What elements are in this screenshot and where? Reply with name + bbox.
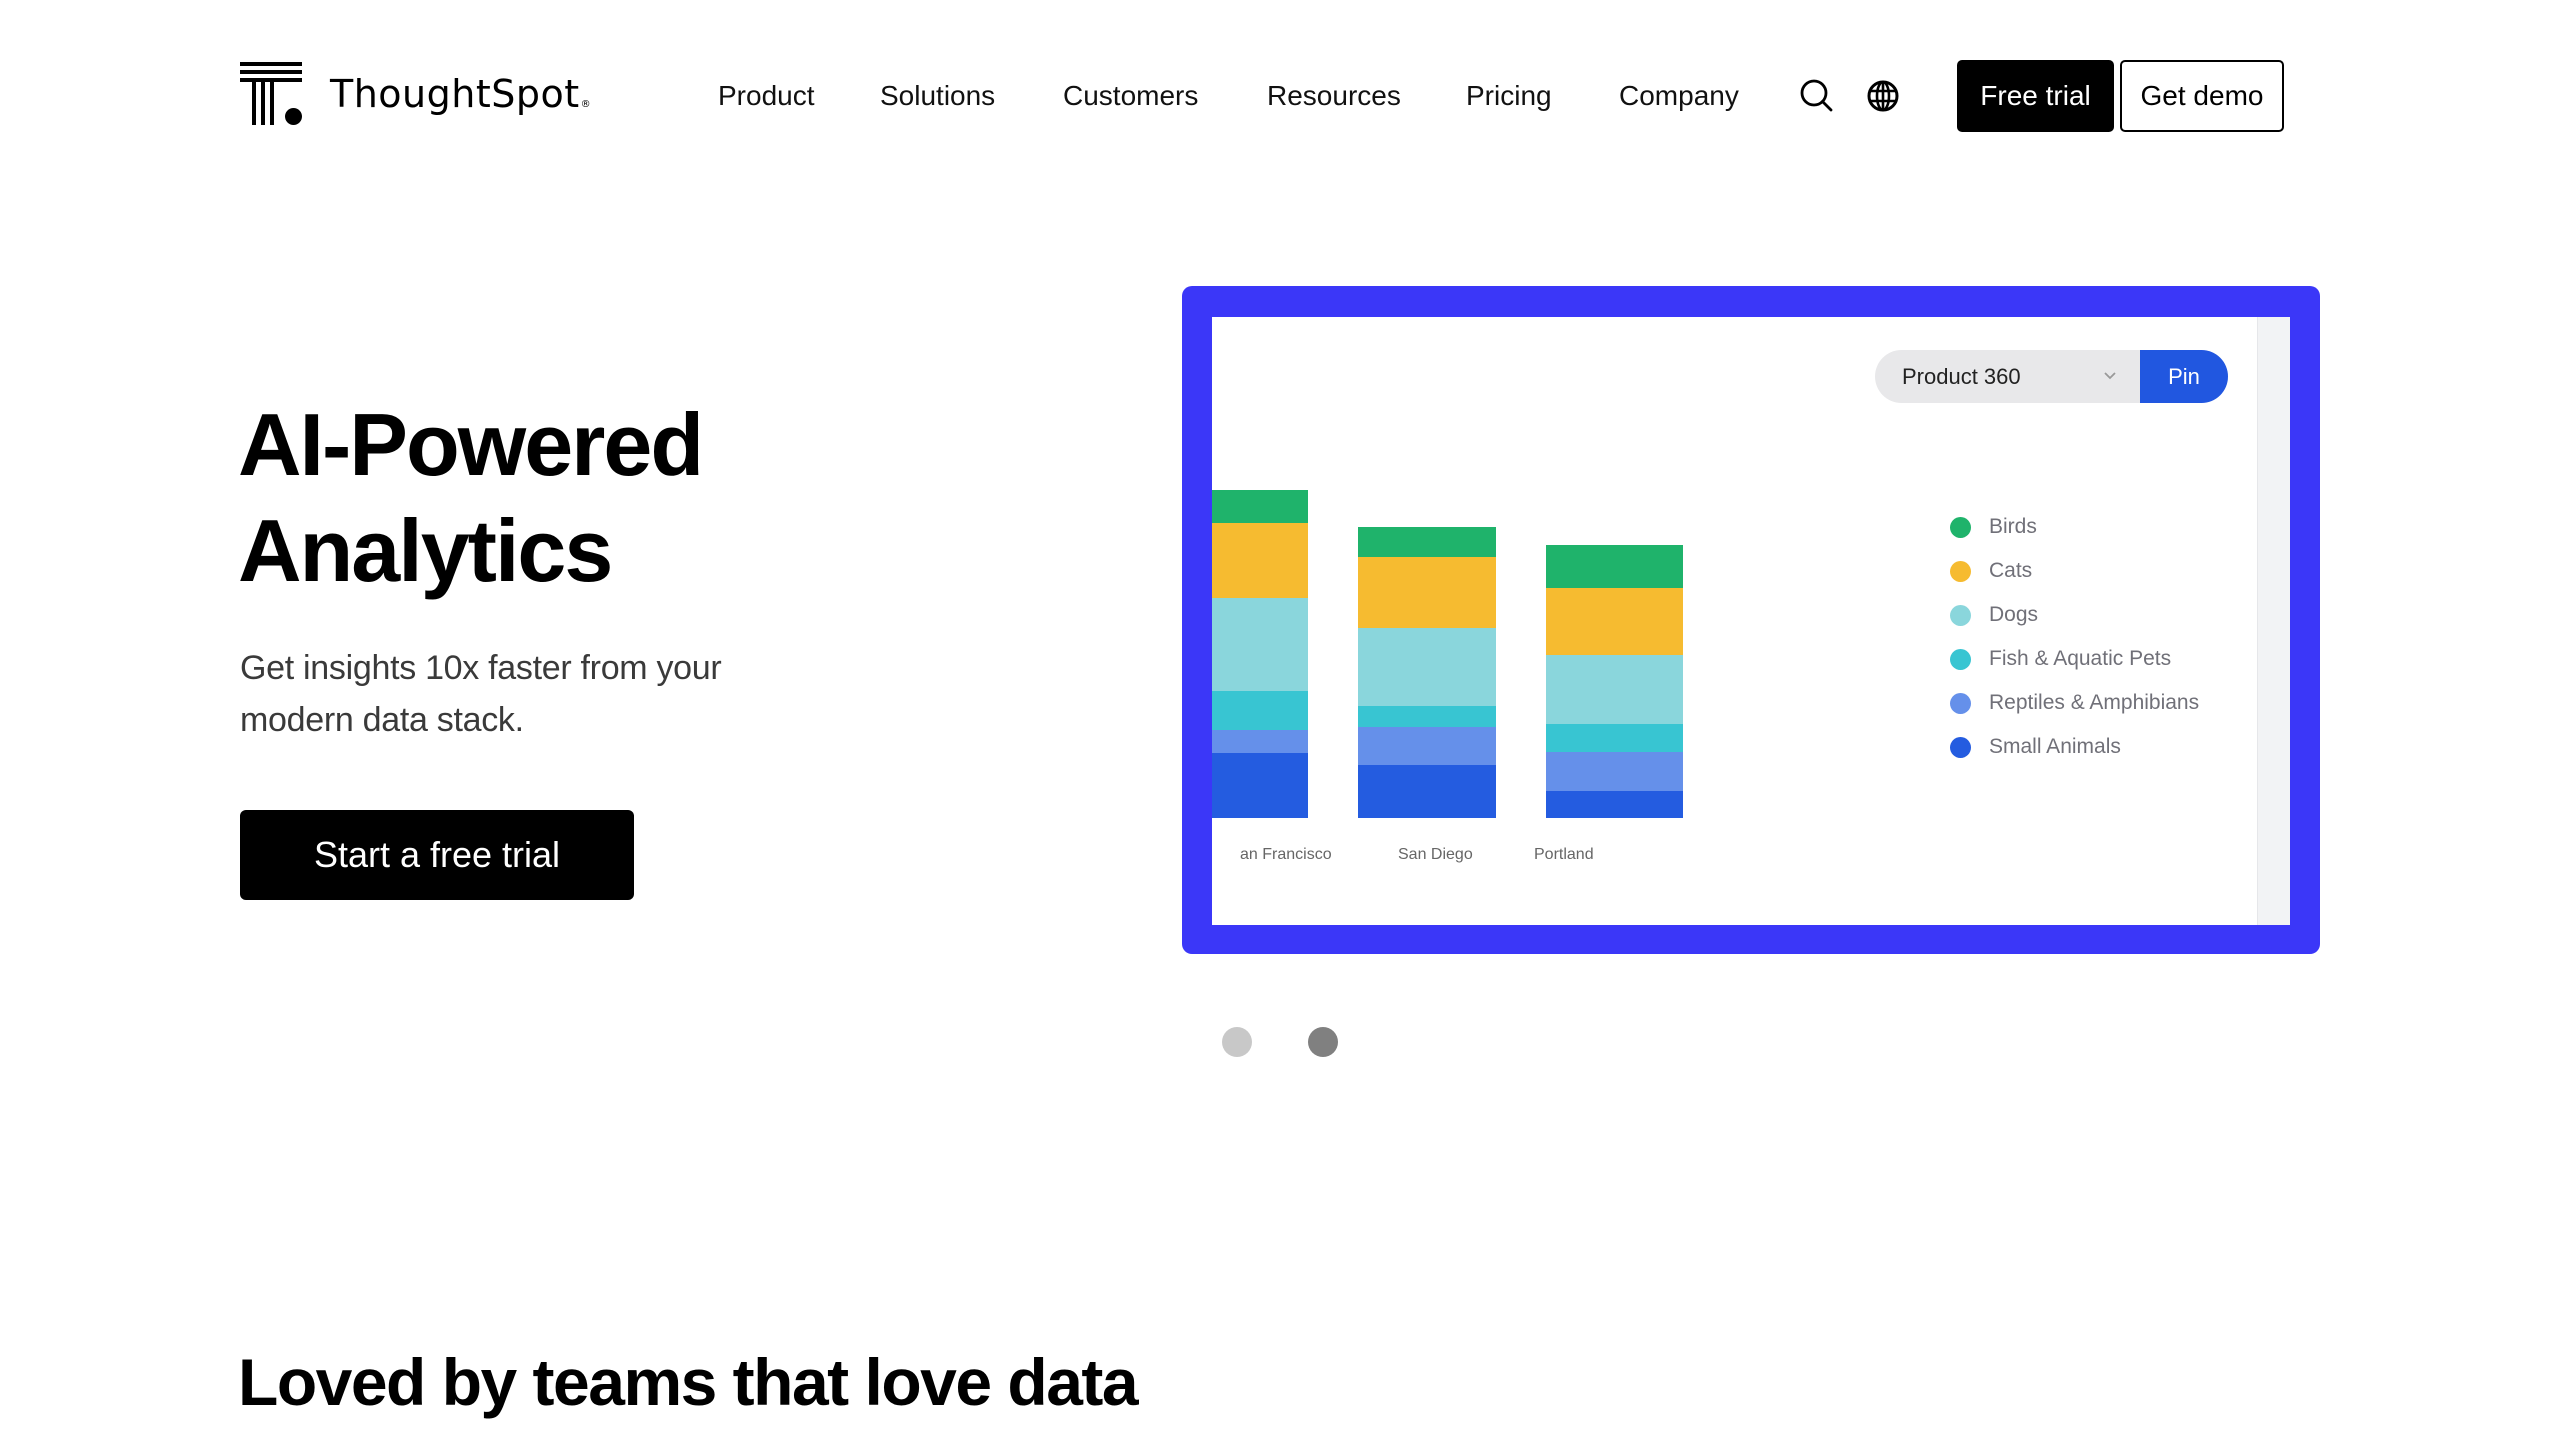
x-axis-label: an Francisco (1240, 846, 1332, 863)
bar-segment-reptiles-amphibians[interactable] (1546, 752, 1683, 791)
x-axis-label: Portland (1534, 846, 1594, 863)
nav-item-resources[interactable]: Resources (1267, 74, 1401, 118)
dropdown-value: Product 360 (1902, 363, 2021, 389)
bar-segment-cats[interactable] (1358, 557, 1496, 628)
brand-name: ThoughtSpot® (330, 72, 592, 116)
legend-item[interactable]: Cats (1950, 556, 2032, 586)
legend-label: Cats (1989, 559, 2033, 582)
bar-segment-reptiles-amphibians[interactable] (1358, 727, 1496, 765)
thoughtspot-t-mark-icon (240, 62, 304, 128)
language-button[interactable] (1863, 76, 1903, 116)
nav-item-solutions[interactable]: Solutions (880, 74, 995, 118)
bar-segment-birds[interactable] (1546, 545, 1683, 588)
chevron-down-icon (2104, 372, 2116, 380)
search-button[interactable] (1797, 76, 1837, 116)
bar-segment-small-animals[interactable] (1546, 791, 1683, 818)
legend-swatch-icon (1950, 692, 1971, 714)
bar-segment-fish-aquatic-pets[interactable] (1212, 691, 1308, 730)
bar-segment-dogs[interactable] (1546, 655, 1683, 724)
hero-title-line-2: Analytics (238, 501, 613, 600)
hero-subtitle: Get insights 10x faster from your modern… (240, 649, 722, 739)
legend-label: Birds (1989, 515, 2037, 538)
legend-item[interactable]: Fish & Aquatic Pets (1950, 644, 2171, 674)
bar-segment-birds[interactable] (1212, 490, 1308, 523)
nav-item-customers[interactable]: Customers (1063, 74, 1198, 118)
get-demo-button[interactable]: Get demo (2120, 60, 2284, 132)
bar-segment-dogs[interactable] (1358, 628, 1496, 706)
bar-segment-birds[interactable] (1358, 527, 1496, 557)
bar-segment-dogs[interactable] (1212, 598, 1308, 691)
bar-san-diego[interactable] (1358, 527, 1496, 818)
legend-label: Reptiles & Amphibians (1989, 691, 2200, 714)
legend-item[interactable]: Reptiles & Amphibians (1950, 688, 2199, 718)
bar-segment-cats[interactable] (1212, 523, 1308, 598)
carousel-dot[interactable] (1222, 1027, 1252, 1057)
hero-title: AI-Powered Analytics (238, 392, 704, 604)
x-axis-label: San Diego (1398, 846, 1473, 863)
legend-item[interactable]: Small Animals (1950, 732, 2121, 762)
bar-segment-fish-aquatic-pets[interactable] (1358, 706, 1496, 727)
bar-segment-small-animals[interactable] (1212, 753, 1308, 818)
pin-button[interactable]: Pin (2140, 350, 2228, 403)
liveboard-dropdown[interactable]: Product 360 (1875, 350, 2140, 403)
product-demo-card: an Francisco San Diego Portland Product 36… (1182, 286, 2320, 954)
bar-san-francisco[interactable] (1212, 490, 1308, 818)
bar-segment-fish-aquatic-pets[interactable] (1546, 724, 1683, 752)
legend-label: Dogs (1989, 603, 2039, 626)
brand-logo[interactable]: ThoughtSpot® (240, 62, 591, 128)
legend-swatch-icon (1950, 560, 1971, 582)
nav-item-pricing[interactable]: Pricing (1466, 74, 1552, 118)
start-free-trial-button[interactable]: Start a free trial (240, 810, 634, 900)
bar-segment-cats[interactable] (1546, 588, 1683, 655)
legend-label: Fish & Aquatic Pets (1989, 647, 2172, 670)
side-panel-strip (2257, 317, 2290, 925)
carousel-dot-active[interactable] (1308, 1027, 1338, 1057)
legend-item[interactable]: Dogs (1950, 600, 2038, 630)
bar-portland[interactable] (1546, 545, 1683, 818)
legend-swatch-icon (1950, 604, 1971, 626)
legend-label: Small Animals (1989, 735, 2121, 758)
chart-panel: an Francisco San Diego Portland Product 36… (1212, 317, 2290, 925)
legend-swatch-icon (1950, 648, 1971, 670)
legend-swatch-icon (1950, 516, 1971, 538)
legend-swatch-icon (1950, 736, 1971, 758)
legend-item[interactable]: Birds (1950, 512, 2037, 542)
globe-icon (1867, 80, 1899, 112)
bar-segment-small-animals[interactable] (1358, 765, 1496, 818)
nav-item-product[interactable]: Product (718, 74, 815, 118)
section-title: Loved by teams that love data (238, 1345, 1139, 1419)
bar-segment-reptiles-amphibians[interactable] (1212, 730, 1308, 753)
free-trial-button[interactable]: Free trial (1957, 60, 2114, 132)
nav-item-company[interactable]: Company (1619, 74, 1739, 118)
hero-title-line-1: AI-Powered (238, 395, 704, 494)
stacked-bar-chart: an Francisco San Diego Portland (1212, 490, 1683, 863)
search-icon (1800, 79, 1833, 112)
